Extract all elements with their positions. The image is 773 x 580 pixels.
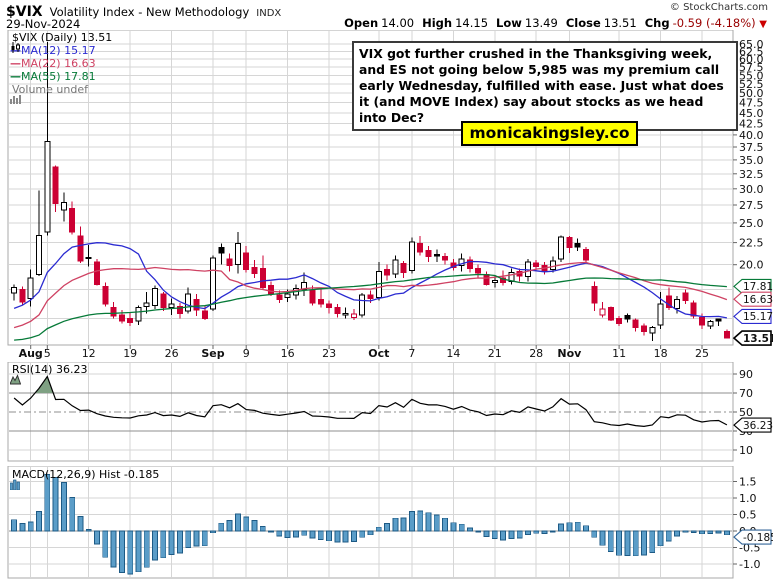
chart-date: 29-Nov-2024 (6, 17, 80, 31)
svg-text:21: 21 (488, 347, 502, 360)
date-axis-labels: Aug5 12 19 26 Sep 9 16 23 Oct 7 14 21 28 Nov 11 18 25 (19, 345, 709, 360)
svg-text:1.5: 1.5 (739, 476, 757, 489)
open-label: Open (344, 16, 378, 30)
svg-text:19: 19 (123, 347, 137, 360)
macd-axis-labels: 1.51.00.50.0-0.5-1.0 (733, 476, 760, 572)
svg-text:15.17: 15.17 (743, 311, 773, 323)
legend-row-ma55: —MA(55) 17.81 (10, 70, 112, 83)
svg-text:27.5: 27.5 (739, 199, 764, 212)
svg-text:-1.0: -1.0 (739, 558, 760, 571)
legend-ma12-text: MA(12) 15.17 (21, 44, 96, 57)
svg-text:20.0: 20.0 (739, 259, 764, 272)
svg-text:16.63: 16.63 (743, 294, 773, 306)
legend-row-ma22: —MA(22) 16.63 (10, 57, 112, 70)
low-value: 13.49 (525, 16, 558, 30)
price-legend: $VIX (Daily) 13.51 —MA(12) 15.17 —MA(22)… (10, 31, 112, 96)
svg-text:17.81: 17.81 (743, 281, 773, 293)
svg-text:70: 70 (739, 387, 753, 400)
svg-text:32.5: 32.5 (739, 168, 764, 181)
svg-text:5: 5 (44, 347, 51, 360)
rsi-panel: 907050301036.23 (0, 362, 773, 464)
ma55-line (14, 275, 727, 341)
svg-text:90: 90 (739, 368, 753, 381)
macd-histogram (12, 474, 730, 574)
legend-volume-text: Volume undef (12, 83, 88, 96)
macd-grid (8, 466, 733, 578)
axis-tag-15.17: 15.17 (734, 309, 773, 323)
svg-text:16: 16 (281, 347, 295, 360)
chg-value: -0.59 (-4.18%) (673, 16, 756, 30)
ma55-legend-marker: — (10, 70, 21, 83)
rsi-legend-text: RSI(14) 36.23 (12, 363, 87, 376)
axis-tag-36.23: 36.23 (734, 418, 773, 432)
svg-text:14: 14 (446, 347, 460, 360)
macd-panel: 1.51.00.50.0-0.5-1.0-0.185 (0, 466, 773, 580)
rsi-axis-labels: 9070503010 (733, 368, 753, 457)
rsi-line (14, 377, 727, 427)
legend-ma22-text: MA(22) 16.63 (21, 57, 96, 70)
open-value: 14.00 (381, 16, 414, 30)
copyright-text: © StockCharts.com (670, 2, 768, 13)
high-value: 14.15 (455, 16, 488, 30)
svg-text:-0.185: -0.185 (743, 532, 773, 544)
svg-text:11: 11 (612, 347, 626, 360)
high-label: High (422, 16, 452, 30)
legend-row-ma12: —MA(12) 15.17 (10, 44, 112, 57)
macd-legend-text: MACD(12,26,9) Hist -0.185 (12, 468, 159, 481)
chg-down-arrow-icon: ▼ (759, 19, 767, 30)
svg-text:18: 18 (654, 347, 668, 360)
svg-text:Sep: Sep (201, 347, 224, 360)
legend-symbol-text: $VIX (Daily) 13.51 (12, 31, 112, 44)
svg-text:Aug: Aug (19, 347, 43, 360)
svg-text:23: 23 (322, 347, 336, 360)
svg-text:26: 26 (165, 347, 179, 360)
svg-text:37.5: 37.5 (739, 141, 764, 154)
svg-text:28: 28 (529, 347, 543, 360)
exchange-badge: INDX (256, 8, 281, 19)
svg-text:12: 12 (82, 347, 96, 360)
axis-tag--0.185: -0.185 (734, 530, 773, 544)
ma12-line (14, 243, 727, 318)
legend-ma55-text: MA(55) 17.81 (21, 70, 96, 83)
svg-text:50: 50 (739, 406, 753, 419)
svg-text:13.51: 13.51 (743, 333, 773, 345)
ma22-legend-marker: — (10, 57, 21, 70)
axis-tag-17.81: 17.81 (734, 279, 773, 293)
legend-row-symbol: $VIX (Daily) 13.51 (10, 31, 112, 44)
axis-tag-13.51: 13.51 (734, 331, 773, 345)
rsi-grid (8, 362, 733, 461)
macd-legend: MACD(12,26,9) Hist -0.185 (10, 468, 159, 481)
analyst-note-annotation: VIX got further crushed in the Thanksgiv… (352, 41, 738, 131)
svg-text:10: 10 (739, 444, 753, 457)
svg-text:30.0: 30.0 (739, 183, 764, 196)
svg-text:9: 9 (243, 347, 250, 360)
svg-text:1.0: 1.0 (739, 492, 757, 505)
close-label: Close (566, 16, 601, 30)
legend-row-volume: Volume undef (10, 83, 112, 96)
svg-text:Nov: Nov (557, 347, 582, 360)
rsi-legend: RSI(14) 36.23 (10, 363, 87, 376)
chg-label: Chg (645, 16, 670, 30)
axis-tag-16.63: 16.63 (734, 292, 773, 306)
ohlc-quote-row: Open14.00 High14.15 Low13.49 Close13.51 Chg-… (344, 16, 767, 30)
svg-text:7: 7 (408, 347, 415, 360)
stockcharts-vix-chart: $VIXVolatility Index - New MethodologyIN… (0, 0, 773, 580)
svg-text:22.5: 22.5 (739, 237, 764, 250)
svg-text:Oct: Oct (368, 347, 389, 360)
brand-watermark: monicakingsley.co (461, 121, 638, 146)
svg-text:25: 25 (695, 347, 709, 360)
svg-text:0.5: 0.5 (739, 509, 757, 522)
svg-text:40.0: 40.0 (739, 129, 764, 142)
close-value: 13.51 (604, 16, 637, 30)
svg-text:35.0: 35.0 (739, 154, 764, 167)
svg-text:36.23: 36.23 (743, 420, 773, 432)
svg-text:25.0: 25.0 (739, 217, 764, 230)
low-label: Low (496, 16, 522, 30)
